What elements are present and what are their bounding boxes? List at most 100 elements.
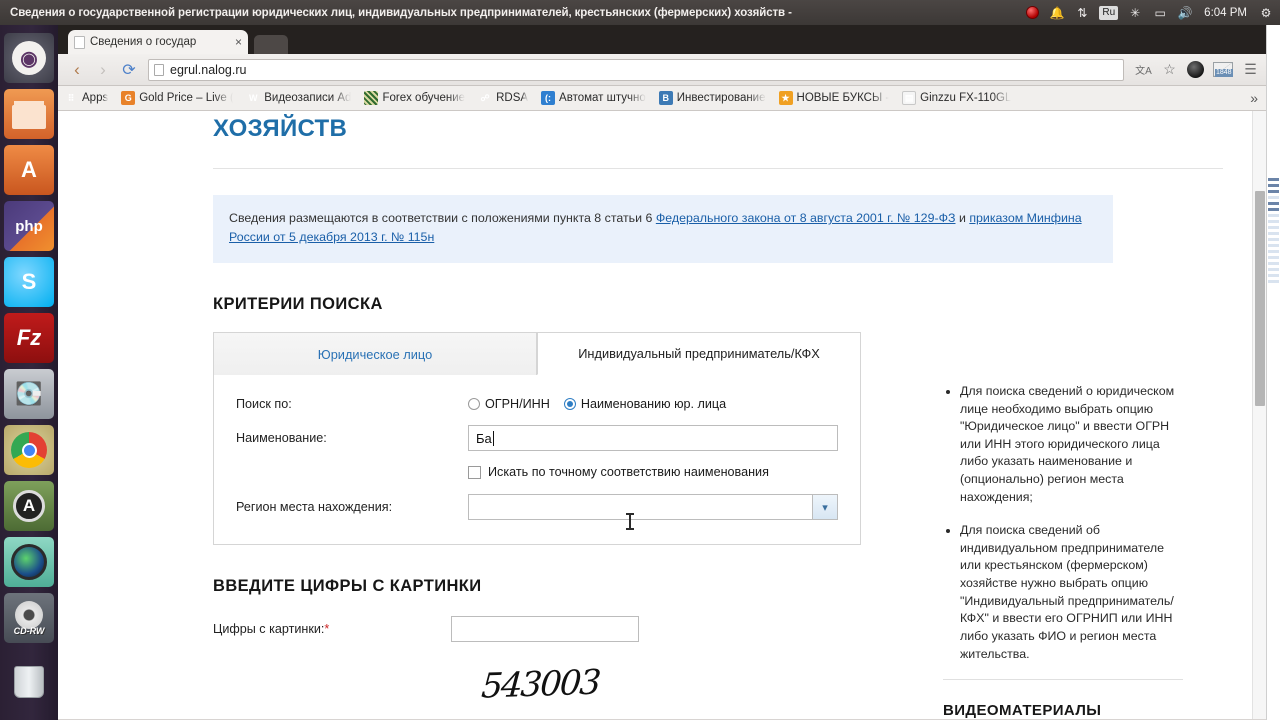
bookmark-investirovanie[interactable]: B Инвестирование	[658, 91, 766, 105]
launcher-item-ubuntu-dash[interactable]: ◉	[4, 33, 54, 83]
bookmark-apps[interactable]: ⠿ Apps	[64, 91, 109, 105]
desktop: Сведения о государственной регистрации ю…	[0, 0, 1280, 720]
launcher-item-software-updater[interactable]: A	[4, 481, 54, 531]
translate-icon[interactable]: 文A	[1134, 60, 1153, 79]
bookmark-gold-price[interactable]: G Gold Price – Live (	[121, 91, 233, 105]
label-captcha: Цифры с картинки:*	[213, 622, 451, 636]
system-tray: 🔔 ⇅ Ru ✳ ▭ 🔊 6:04 PM ⚙	[1024, 5, 1280, 21]
network-transfer-icon[interactable]: ⇅	[1074, 5, 1090, 21]
bookmark-label: Gold Price – Live (	[139, 92, 234, 104]
automat-icon: (:	[541, 91, 556, 105]
radio-ogrn-inn-control[interactable]	[468, 398, 480, 411]
power-gear-icon[interactable]: ⚙	[1258, 5, 1274, 21]
page-scrollbar[interactable]	[1252, 111, 1266, 719]
bluetooth-icon[interactable]: ✳	[1127, 5, 1143, 21]
close-icon[interactable]: ×	[235, 35, 242, 49]
launcher-item-google-chrome[interactable]	[4, 425, 54, 475]
bookmarks-overflow-button[interactable]: »	[1250, 90, 1260, 106]
name-input[interactable]: Ба	[468, 425, 838, 452]
captcha-input[interactable]	[451, 616, 639, 643]
background-window-sliver[interactable]	[1266, 25, 1280, 720]
launcher-item-ubuntu-software-center[interactable]: A	[4, 145, 54, 195]
bookmark-avtomat[interactable]: (: Автомат штучно	[541, 91, 646, 105]
recording-indicator-icon[interactable]	[1024, 5, 1040, 21]
launcher-item-camera-lens-app[interactable]	[4, 537, 54, 587]
page-viewport: ХОЗЯЙСТВ Сведения размещаются в соответс…	[58, 111, 1266, 719]
bookmark-label: Forex обучение	[382, 92, 466, 104]
scrollbar-thumb[interactable]	[1255, 191, 1265, 406]
search-panel: Юридическое лицо Индивидуальный предприн…	[213, 332, 861, 546]
chrome-menu-icon[interactable]: ☰	[1241, 60, 1260, 79]
notice-text-between: и	[955, 211, 970, 225]
volume-icon[interactable]: 🔊	[1177, 5, 1193, 21]
radio-ogrn-inn[interactable]: ОГРН/ИНН	[468, 397, 550, 411]
launcher-item-files[interactable]	[4, 89, 54, 139]
radio-by-name-control[interactable]	[563, 398, 576, 411]
battery-icon[interactable]: ▭	[1152, 5, 1168, 21]
name-input-value: Ба	[476, 430, 492, 446]
forex-icon	[364, 91, 379, 105]
bookmark-ginzzu[interactable]: ▤ Ginzzu FX-110GL	[902, 91, 1011, 105]
forward-icon[interactable]: ›	[90, 57, 116, 83]
chevron-down-icon[interactable]: ▾	[812, 495, 837, 520]
bookmark-label: Инвестирование	[676, 92, 766, 104]
mouse-cursor-ibeam	[626, 513, 634, 530]
tab-legal-entity[interactable]: Юридическое лицо	[214, 333, 537, 376]
mail-extension-icon[interactable]: 1848	[1212, 60, 1234, 79]
launcher-item-skype[interactable]: S	[4, 257, 54, 307]
extension-icon[interactable]	[1186, 60, 1205, 79]
clock[interactable]: 6:04 PM	[1202, 7, 1249, 19]
sidebar-divider	[943, 679, 1183, 681]
launcher-item-trash[interactable]	[4, 657, 54, 707]
back-icon[interactable]: ‹	[64, 57, 90, 83]
checkbox-control[interactable]	[468, 465, 481, 479]
label-search-by: Поиск по:	[236, 397, 292, 412]
bookmark-star-icon[interactable]: ☆	[1160, 60, 1179, 79]
apps-grid-icon: ⠿	[67, 92, 75, 103]
page-content: ХОЗЯЙСТВ Сведения размещаются в соответс…	[58, 111, 1252, 719]
radio-by-name[interactable]: Наименованию юр. лица	[563, 397, 726, 411]
help-bullet-legal-entity: Для поиска сведений о юридическом лице н…	[960, 383, 1183, 506]
notice-link-federal-law[interactable]: Федерального закона от 8 августа 2001 г.…	[656, 211, 956, 225]
notification-bell-icon[interactable]: 🔔	[1049, 5, 1065, 21]
search-tabs: Юридическое лицо Индивидуальный предприн…	[214, 333, 860, 376]
bookmark-label: RDSA	[496, 92, 529, 104]
launcher-item-cd-rw-drive[interactable]: CD-RW	[4, 593, 54, 643]
buksy-icon: ★	[778, 91, 793, 105]
gold-icon: G	[121, 91, 136, 105]
tab-favicon	[74, 35, 85, 49]
tab-individual-entrepreneur[interactable]: Индивидуальный предприниматель/КФХ	[537, 333, 860, 376]
bookmark-novye-buksy[interactable]: ★ НОВЫЕ БУКСЫ -	[778, 91, 889, 105]
bookmark-label: Apps	[82, 92, 109, 104]
notice-text-before: Сведения размещаются в соответствии с по…	[229, 211, 656, 225]
search-by-radio-group: ОГРН/ИНН Наименованию юр. лица	[468, 397, 726, 411]
reload-icon[interactable]: ⟳	[116, 57, 142, 83]
exact-match-checkbox[interactable]: Искать по точному соответствию наименова…	[468, 465, 769, 479]
bookmark-label: Видеозаписи Ad	[264, 92, 352, 104]
row-name: Наименование: Ба	[214, 425, 860, 452]
bookmark-rdsa[interactable]: ☍ RDSA	[478, 91, 529, 105]
required-mark: *	[324, 622, 330, 637]
launcher-item-filezilla[interactable]: Fz	[4, 313, 54, 363]
help-bullet-individual: Для поиска сведений об индивидуальном пр…	[960, 522, 1183, 663]
browser-tab[interactable]: Сведения о государ ×	[68, 30, 248, 54]
row-search-by: Поиск по: ОГРН/ИНН Наименованию юр. лица	[214, 397, 860, 411]
exact-match-label: Искать по точному соответствию наименова…	[488, 465, 769, 480]
launcher-item-disk-utility[interactable]: 💽	[4, 369, 54, 419]
tab-title: Сведения о государ	[90, 36, 197, 48]
page-info-icon[interactable]	[154, 63, 164, 76]
row-region: Регион места нахождения: ▾	[214, 494, 860, 544]
bookmarks-bar: ⠿ Apps G Gold Price – Live ( W Видеозапи…	[58, 86, 1266, 111]
launcher-item-phpstorm[interactable]: php	[4, 201, 54, 251]
label-name: Наименование:	[236, 431, 327, 446]
bookmark-vk-videos[interactable]: W Видеозаписи Ad	[246, 91, 351, 105]
region-select[interactable]: ▾	[468, 494, 838, 521]
keyboard-layout-indicator[interactable]: Ru	[1099, 5, 1119, 20]
bookmark-forex[interactable]: Forex обучение	[364, 91, 465, 105]
label-region: Регион места нахождения:	[236, 500, 393, 515]
new-tab-button[interactable]	[254, 35, 288, 54]
radio-ogrn-inn-label: ОГРН/ИНН	[485, 397, 550, 412]
address-bar-url: egrul.nalog.ru	[170, 62, 247, 77]
address-bar[interactable]: egrul.nalog.ru	[148, 58, 1124, 81]
tab-strip: Сведения о государ ×	[58, 25, 1266, 54]
